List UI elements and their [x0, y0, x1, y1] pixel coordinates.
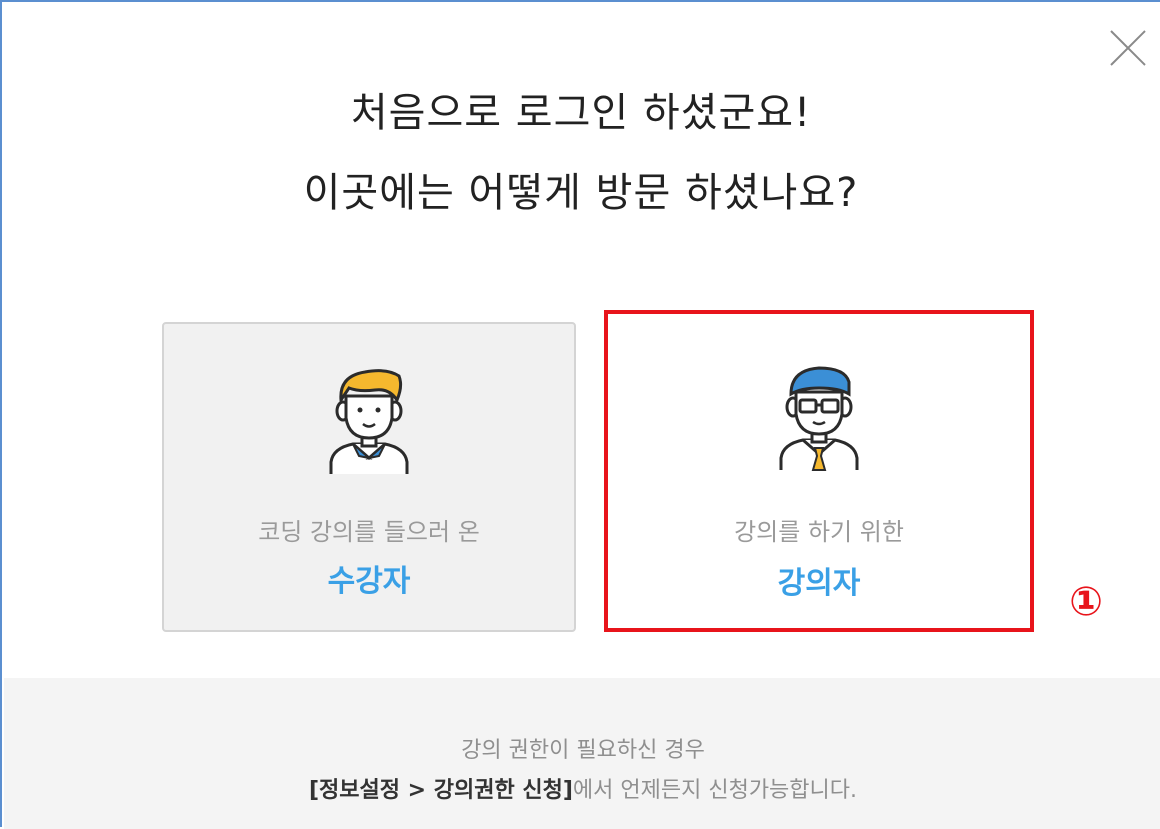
annotation-marker: ①: [1069, 579, 1103, 625]
teacher-option-card[interactable]: 강의를 하기 위한 강의자: [604, 310, 1034, 632]
footer-notice: 강의 권한이 필요하신 경우 [정보설정 > 강의권한 신청]에서 언제든지 신…: [4, 678, 1160, 829]
teacher-avatar-icon: [779, 366, 859, 471]
footer-menu-path: [정보설정 > 강의권한 신청]: [308, 778, 573, 803]
footer-line1: 강의 권한이 필요하신 경우: [461, 738, 705, 763]
close-icon: [1110, 30, 1146, 66]
teacher-option-subtitle: 강의를 하기 위한: [734, 518, 904, 546]
student-option-subtitle: 코딩 강의를 들으러 온: [258, 518, 480, 546]
modal-title-line1: 처음으로 로그인 하셨군요!: [350, 90, 812, 136]
student-avatar-icon: [329, 369, 409, 474]
student-option-card[interactable]: 코딩 강의를 들으러 온 수강자: [162, 322, 576, 632]
close-button[interactable]: [1108, 28, 1148, 68]
modal-title-line2: 이곳에는 어떻게 방문 하셨나요?: [303, 170, 859, 216]
footer-line2: [정보설정 > 강의권한 신청]에서 언제든지 신청가능합니다.: [4, 772, 1160, 804]
signup-role-modal: 처음으로 로그인 하셨군요! 이곳에는 어떻게 방문 하셨나요? 코딩 강의를 …: [0, 0, 1160, 829]
teacher-option-role: 강의자: [777, 566, 861, 601]
student-option-role: 수강자: [327, 564, 411, 599]
footer-line2-text: 에서 언제든지 신청가능합니다.: [572, 778, 858, 803]
